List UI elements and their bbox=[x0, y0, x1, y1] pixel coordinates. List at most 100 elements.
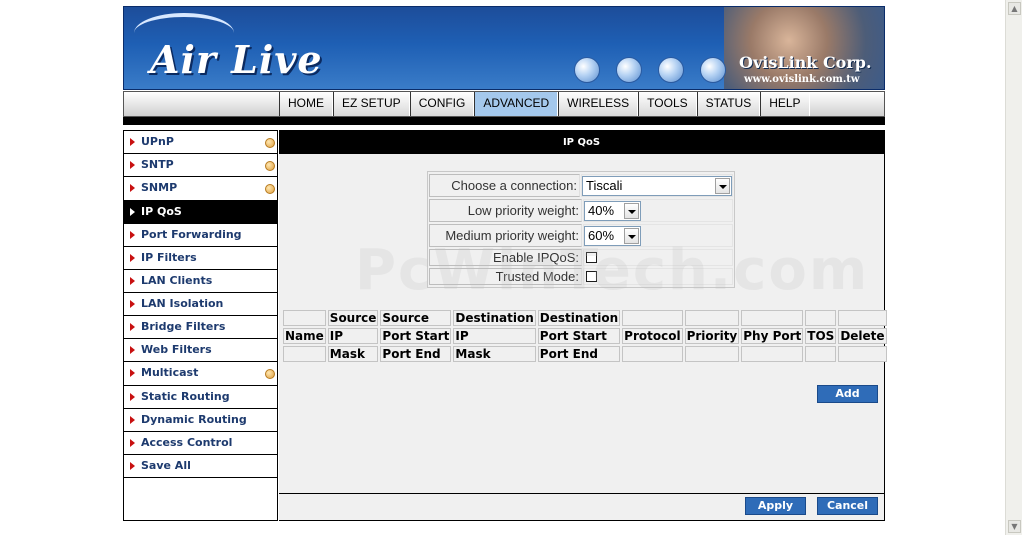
sidebar-item-snmp[interactable]: SNMP bbox=[124, 177, 277, 201]
sidebar-item-lan-isolation[interactable]: LAN Isolation bbox=[124, 293, 277, 316]
low-priority-value: 40% bbox=[588, 202, 615, 218]
medium-priority-label: Medium priority weight: bbox=[429, 224, 582, 247]
sidebar-item-label: SNTP bbox=[141, 158, 174, 171]
footer-divider bbox=[279, 493, 885, 494]
arrow-right-icon bbox=[130, 416, 135, 424]
chevron-down-icon[interactable] bbox=[624, 227, 639, 244]
sidebar-item-port-forwarding[interactable]: Port Forwarding bbox=[124, 224, 277, 247]
ip-qos-panel: IP QoS Choose a connection: Tiscali Low … bbox=[279, 130, 887, 521]
tab-home[interactable]: HOME bbox=[279, 92, 333, 116]
tab-help[interactable]: HELP bbox=[760, 92, 810, 116]
table-header-cell bbox=[684, 346, 740, 362]
arrow-right-icon bbox=[130, 161, 135, 169]
header-banner: Air Live OvisLink Corp. www.ovislink.com… bbox=[123, 6, 885, 90]
sidebar-item-label: Save All bbox=[141, 459, 191, 472]
sidebar-item-sntp[interactable]: SNTP bbox=[124, 154, 277, 177]
sidebar-item-label: Web Filters bbox=[141, 343, 212, 356]
table-header-cell bbox=[684, 310, 740, 326]
arrow-right-icon bbox=[130, 300, 135, 308]
tab-ez-setup[interactable]: EZ SETUP bbox=[333, 92, 410, 116]
sidebar-item-access-control[interactable]: Access Control bbox=[124, 432, 277, 455]
sidebar-item-label: Access Control bbox=[141, 436, 233, 449]
globe-icon bbox=[658, 57, 684, 83]
table-header-cell bbox=[741, 310, 804, 326]
table-header-cell: Delete bbox=[838, 328, 887, 344]
sidebar-item-multicast[interactable]: Multicast bbox=[124, 362, 277, 386]
table-header-cell: Protocol bbox=[622, 328, 683, 344]
table-header-row-1: Source Source Destination Destination bbox=[283, 310, 887, 326]
arrow-right-icon bbox=[130, 231, 135, 239]
window-scrollbar[interactable]: ▲ ▼ bbox=[1005, 0, 1022, 535]
table-header-cell: Mask bbox=[327, 346, 379, 362]
sidebar-item-label: Multicast bbox=[141, 366, 199, 379]
router-admin-page: Air Live OvisLink Corp. www.ovislink.com… bbox=[123, 6, 887, 522]
sidebar-item-label: IP QoS bbox=[141, 205, 182, 218]
table-header-cell: Port End bbox=[380, 346, 452, 362]
arrow-right-icon bbox=[130, 369, 135, 377]
page-title: IP QoS bbox=[279, 131, 884, 154]
low-priority-select[interactable]: 40% bbox=[584, 200, 641, 221]
medium-priority-value: 60% bbox=[588, 227, 615, 243]
chevron-down-icon[interactable] bbox=[715, 177, 730, 194]
table-header-row-2: Name IP Port Start IP Port Start Protocol Prio… bbox=[283, 328, 887, 344]
sidebar-item-bridge-filters[interactable]: Bridge Filters bbox=[124, 316, 277, 339]
expand-dot-icon[interactable] bbox=[265, 369, 275, 379]
arrow-right-icon bbox=[130, 277, 135, 285]
sidebar-item-ip-qos[interactable]: IP QoS bbox=[124, 201, 277, 224]
sidebar-item-label: Bridge Filters bbox=[141, 320, 226, 333]
arrow-right-icon bbox=[130, 208, 135, 216]
table-header-cell: TOS bbox=[805, 328, 837, 344]
enable-ipqos-checkbox[interactable] bbox=[586, 252, 597, 263]
expand-dot-icon[interactable] bbox=[265, 138, 275, 148]
sidebar-item-upnp[interactable]: UPnP bbox=[124, 131, 277, 154]
tab-tools[interactable]: TOOLS bbox=[638, 92, 697, 116]
sidebar-item-static-routing[interactable]: Static Routing bbox=[124, 386, 277, 409]
advanced-sidebar: UPnP SNTP SNMP IP QoS Port Forwarding IP Filt… bbox=[123, 130, 278, 521]
tab-advanced[interactable]: ADVANCED bbox=[474, 92, 559, 116]
sidebar-item-web-filters[interactable]: Web Filters bbox=[124, 339, 277, 362]
arrow-right-icon bbox=[130, 439, 135, 447]
table-header-cell: Port End bbox=[537, 346, 621, 362]
sidebar-item-label: IP Filters bbox=[141, 251, 197, 264]
table-header-cell: Destination bbox=[453, 310, 536, 326]
table-header-cell: Port Start bbox=[380, 328, 452, 344]
table-header-cell bbox=[741, 346, 804, 362]
apply-button[interactable]: Apply bbox=[745, 497, 806, 515]
connection-select[interactable]: Tiscali bbox=[582, 175, 732, 196]
arrow-right-icon bbox=[130, 254, 135, 262]
airlive-logo: Air Live bbox=[150, 37, 323, 82]
cancel-button[interactable]: Cancel bbox=[817, 497, 878, 515]
expand-dot-icon[interactable] bbox=[265, 184, 275, 194]
scroll-up-arrow-icon[interactable]: ▲ bbox=[1008, 2, 1021, 15]
table-header-cell bbox=[838, 346, 887, 362]
globe-icon bbox=[574, 57, 600, 83]
tab-status[interactable]: STATUS bbox=[696, 92, 761, 116]
scroll-down-arrow-icon[interactable]: ▼ bbox=[1008, 520, 1021, 533]
navbar-divider bbox=[123, 117, 885, 125]
connection-label: Choose a connection: bbox=[429, 174, 580, 197]
sidebar-item-lan-clients[interactable]: LAN Clients bbox=[124, 270, 277, 293]
sidebar-item-label: Dynamic Routing bbox=[141, 413, 247, 426]
tab-config[interactable]: CONFIG bbox=[409, 92, 475, 116]
trusted-mode-label: Trusted Mode: bbox=[429, 268, 582, 285]
trusted-mode-checkbox[interactable] bbox=[586, 271, 597, 282]
table-header-cell: IP bbox=[327, 328, 379, 344]
arrow-right-icon bbox=[130, 138, 135, 146]
chevron-down-icon[interactable] bbox=[624, 202, 639, 219]
globe-icon bbox=[616, 57, 642, 83]
medium-priority-select[interactable]: 60% bbox=[584, 225, 641, 246]
table-header-cell bbox=[283, 310, 326, 326]
sidebar-item-dynamic-routing[interactable]: Dynamic Routing bbox=[124, 409, 277, 432]
expand-dot-icon[interactable] bbox=[265, 161, 275, 171]
table-header-cell bbox=[283, 346, 326, 362]
tab-wireless[interactable]: WIRELESS bbox=[558, 92, 639, 116]
low-priority-label: Low priority weight: bbox=[429, 199, 582, 222]
top-navbar: HOME EZ SETUP CONFIG ADVANCED WIRELESS TOOLS S… bbox=[123, 91, 885, 117]
add-button[interactable]: Add bbox=[817, 385, 878, 403]
sidebar-item-save-all[interactable]: Save All bbox=[124, 455, 277, 478]
sidebar-item-ip-filters[interactable]: IP Filters bbox=[124, 247, 277, 270]
table-header-cell bbox=[622, 346, 683, 362]
sidebar-item-label: Static Routing bbox=[141, 390, 230, 403]
arrow-right-icon bbox=[130, 393, 135, 401]
sidebar-item-label: LAN Isolation bbox=[141, 297, 224, 310]
